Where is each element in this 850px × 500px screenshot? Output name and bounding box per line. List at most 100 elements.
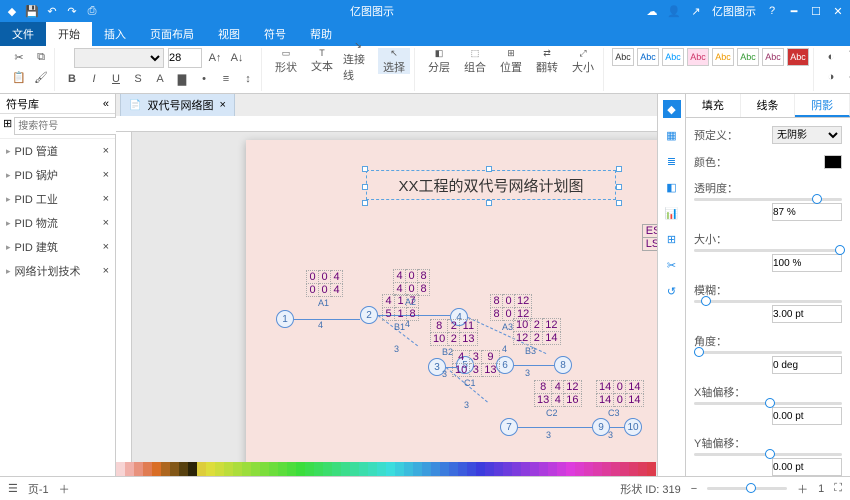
- collapse-icon[interactable]: «: [103, 98, 109, 110]
- legend: ESTFEFLSFFLF: [642, 224, 657, 251]
- highlight-icon[interactable]: ▇: [173, 70, 191, 88]
- chart-rail-icon[interactable]: 📊: [663, 204, 681, 222]
- diagram-title[interactable]: XX工程的双代号网络计划图: [366, 170, 616, 200]
- zoom-out-icon[interactable]: −: [691, 483, 697, 495]
- network-node[interactable]: 10: [624, 418, 642, 436]
- fill-icon[interactable]: ◐: [822, 48, 840, 66]
- cloud-icon[interactable]: ☁: [646, 5, 658, 17]
- network-node[interactable]: 7: [500, 418, 518, 436]
- clip-rail-icon[interactable]: ✂: [663, 256, 681, 274]
- select-button[interactable]: ↖选择: [378, 48, 410, 74]
- theme-icon[interactable]: ◑: [822, 68, 840, 86]
- library-item[interactable]: PID 建筑×: [0, 235, 115, 259]
- cut-icon[interactable]: ✂: [10, 48, 28, 66]
- history-rail-icon[interactable]: ↺: [663, 282, 681, 300]
- library-item[interactable]: PID 物流×: [0, 211, 115, 235]
- ruler-vertical: [116, 132, 132, 462]
- maximize-icon[interactable]: ☐: [810, 5, 822, 17]
- close-icon[interactable]: ✕: [832, 5, 844, 17]
- layers-rail-icon[interactable]: ≣: [663, 152, 681, 170]
- effects-icon[interactable]: ☀: [844, 68, 850, 86]
- statusbar: ☰ 页-1 ＋ 形状 ID: 319 − ＋ 1 ⛶: [0, 476, 850, 500]
- yoff-input[interactable]: [772, 458, 842, 476]
- tab-close-icon[interactable]: ×: [219, 99, 225, 111]
- app-title: 亿图图示: [350, 3, 394, 19]
- flip-button[interactable]: ⇄翻转: [531, 48, 563, 74]
- doc-tab[interactable]: 📄 双代号网络图 ×: [120, 94, 235, 117]
- zoom-in-icon[interactable]: ＋: [797, 481, 808, 497]
- table-rail-icon[interactable]: ⊞: [663, 230, 681, 248]
- layer-button[interactable]: ◧分层: [423, 48, 455, 74]
- style-rail-icon[interactable]: ◆: [663, 100, 681, 118]
- help-icon[interactable]: ?: [766, 5, 778, 17]
- blur-input[interactable]: [772, 305, 842, 323]
- font-color-icon[interactable]: A: [151, 70, 169, 88]
- group-button[interactable]: ⬚组合: [459, 48, 491, 74]
- bold-icon[interactable]: B: [63, 70, 81, 88]
- bullet-icon[interactable]: •: [195, 70, 213, 88]
- library-item[interactable]: PID 管道×: [0, 139, 115, 163]
- minimize-icon[interactable]: ━: [788, 5, 800, 17]
- library-add-icon[interactable]: ⊞: [3, 117, 12, 135]
- library-item[interactable]: 网络计划技术×: [0, 259, 115, 283]
- position-button[interactable]: ⊞位置: [495, 48, 527, 74]
- undo-icon[interactable]: ↶: [46, 5, 58, 17]
- connector-button[interactable]: ↘连接线: [342, 48, 374, 74]
- symbol-library-panel: 符号库« ⊞ 🔍 PID 管道×PID 锅炉×PID 工业×PID 物流×PID…: [0, 94, 116, 476]
- copy-icon[interactable]: ⧉: [32, 48, 50, 66]
- angle-input[interactable]: [772, 356, 842, 374]
- format-panel: 填充 线条 阴影 预定义：无阴影 颜色： 透明度： 大小： 模糊： 角度： X轴…: [685, 94, 850, 476]
- user-icon[interactable]: 👤: [668, 5, 680, 17]
- align-icon[interactable]: ≡: [217, 70, 235, 88]
- fit-icon[interactable]: ⛶: [834, 482, 842, 495]
- xoff-input[interactable]: [772, 407, 842, 425]
- menu-tab-3[interactable]: 视图: [206, 22, 252, 46]
- redo-icon[interactable]: ↷: [66, 5, 78, 17]
- line-icon[interactable]: ╲: [844, 48, 850, 66]
- page-nav-icon[interactable]: ☰: [8, 482, 18, 495]
- paste-icon[interactable]: 📋: [10, 68, 28, 86]
- network-node[interactable]: 1: [276, 310, 294, 328]
- increase-font-icon[interactable]: A↑: [206, 49, 224, 67]
- page-label[interactable]: 页-1: [28, 481, 49, 497]
- print-icon[interactable]: ⎙: [86, 5, 98, 17]
- strike-icon[interactable]: S: [129, 70, 147, 88]
- library-item[interactable]: PID 工业×: [0, 187, 115, 211]
- tab-line[interactable]: 线条: [741, 94, 796, 117]
- decrease-font-icon[interactable]: A↓: [228, 49, 246, 67]
- color-swatch[interactable]: [824, 155, 842, 169]
- menu-file[interactable]: 文件: [0, 22, 46, 46]
- network-node[interactable]: 8: [554, 356, 572, 374]
- line-spacing-icon[interactable]: ↕: [239, 70, 257, 88]
- canvas-wrap: 📄 双代号网络图 × XX工程的双代号网络计划图 ESTFEFLSFFLF 总工…: [116, 94, 657, 476]
- menu-tab-5[interactable]: 帮助: [298, 22, 344, 46]
- tab-shadow[interactable]: 阴影: [795, 94, 850, 117]
- theme-rail-icon[interactable]: ◧: [663, 178, 681, 196]
- share-icon[interactable]: ↗: [690, 5, 702, 17]
- opacity-input[interactable]: [772, 203, 842, 221]
- menu-tab-2[interactable]: 页面布局: [138, 22, 206, 46]
- font-select[interactable]: 黑体: [74, 48, 164, 68]
- format-painter-icon[interactable]: 🖌: [32, 68, 50, 86]
- font-size-input[interactable]: [168, 48, 202, 68]
- network-node[interactable]: 2: [360, 306, 378, 324]
- shape-button[interactable]: ▭形状: [270, 48, 302, 74]
- preset-select[interactable]: 无阴影: [772, 126, 842, 144]
- library-item[interactable]: PID 锅炉×: [0, 163, 115, 187]
- shadow-size-input[interactable]: [772, 254, 842, 272]
- size-button[interactable]: ⤢大小: [567, 48, 599, 74]
- share-label[interactable]: 亿图图示: [712, 3, 756, 19]
- menu-tab-4[interactable]: 符号: [252, 22, 298, 46]
- save-icon[interactable]: 💾: [26, 5, 38, 17]
- text-button[interactable]: T文本: [306, 48, 338, 74]
- add-page-icon[interactable]: ＋: [59, 481, 70, 497]
- color-palette[interactable]: [116, 462, 657, 476]
- underline-icon[interactable]: U: [107, 70, 125, 88]
- quick-styles[interactable]: Abc Abc Abc Abc Abc Abc Abc Abc: [612, 48, 809, 66]
- nav-rail-icon[interactable]: ▦: [663, 126, 681, 144]
- menu-tab-1[interactable]: 插入: [92, 22, 138, 46]
- page[interactable]: XX工程的双代号网络计划图 ESTFEFLSFFLF 总工期：T=17d 123…: [246, 140, 657, 462]
- menu-tab-0[interactable]: 开始: [46, 22, 92, 46]
- italic-icon[interactable]: I: [85, 70, 103, 88]
- tab-fill[interactable]: 填充: [686, 94, 741, 117]
